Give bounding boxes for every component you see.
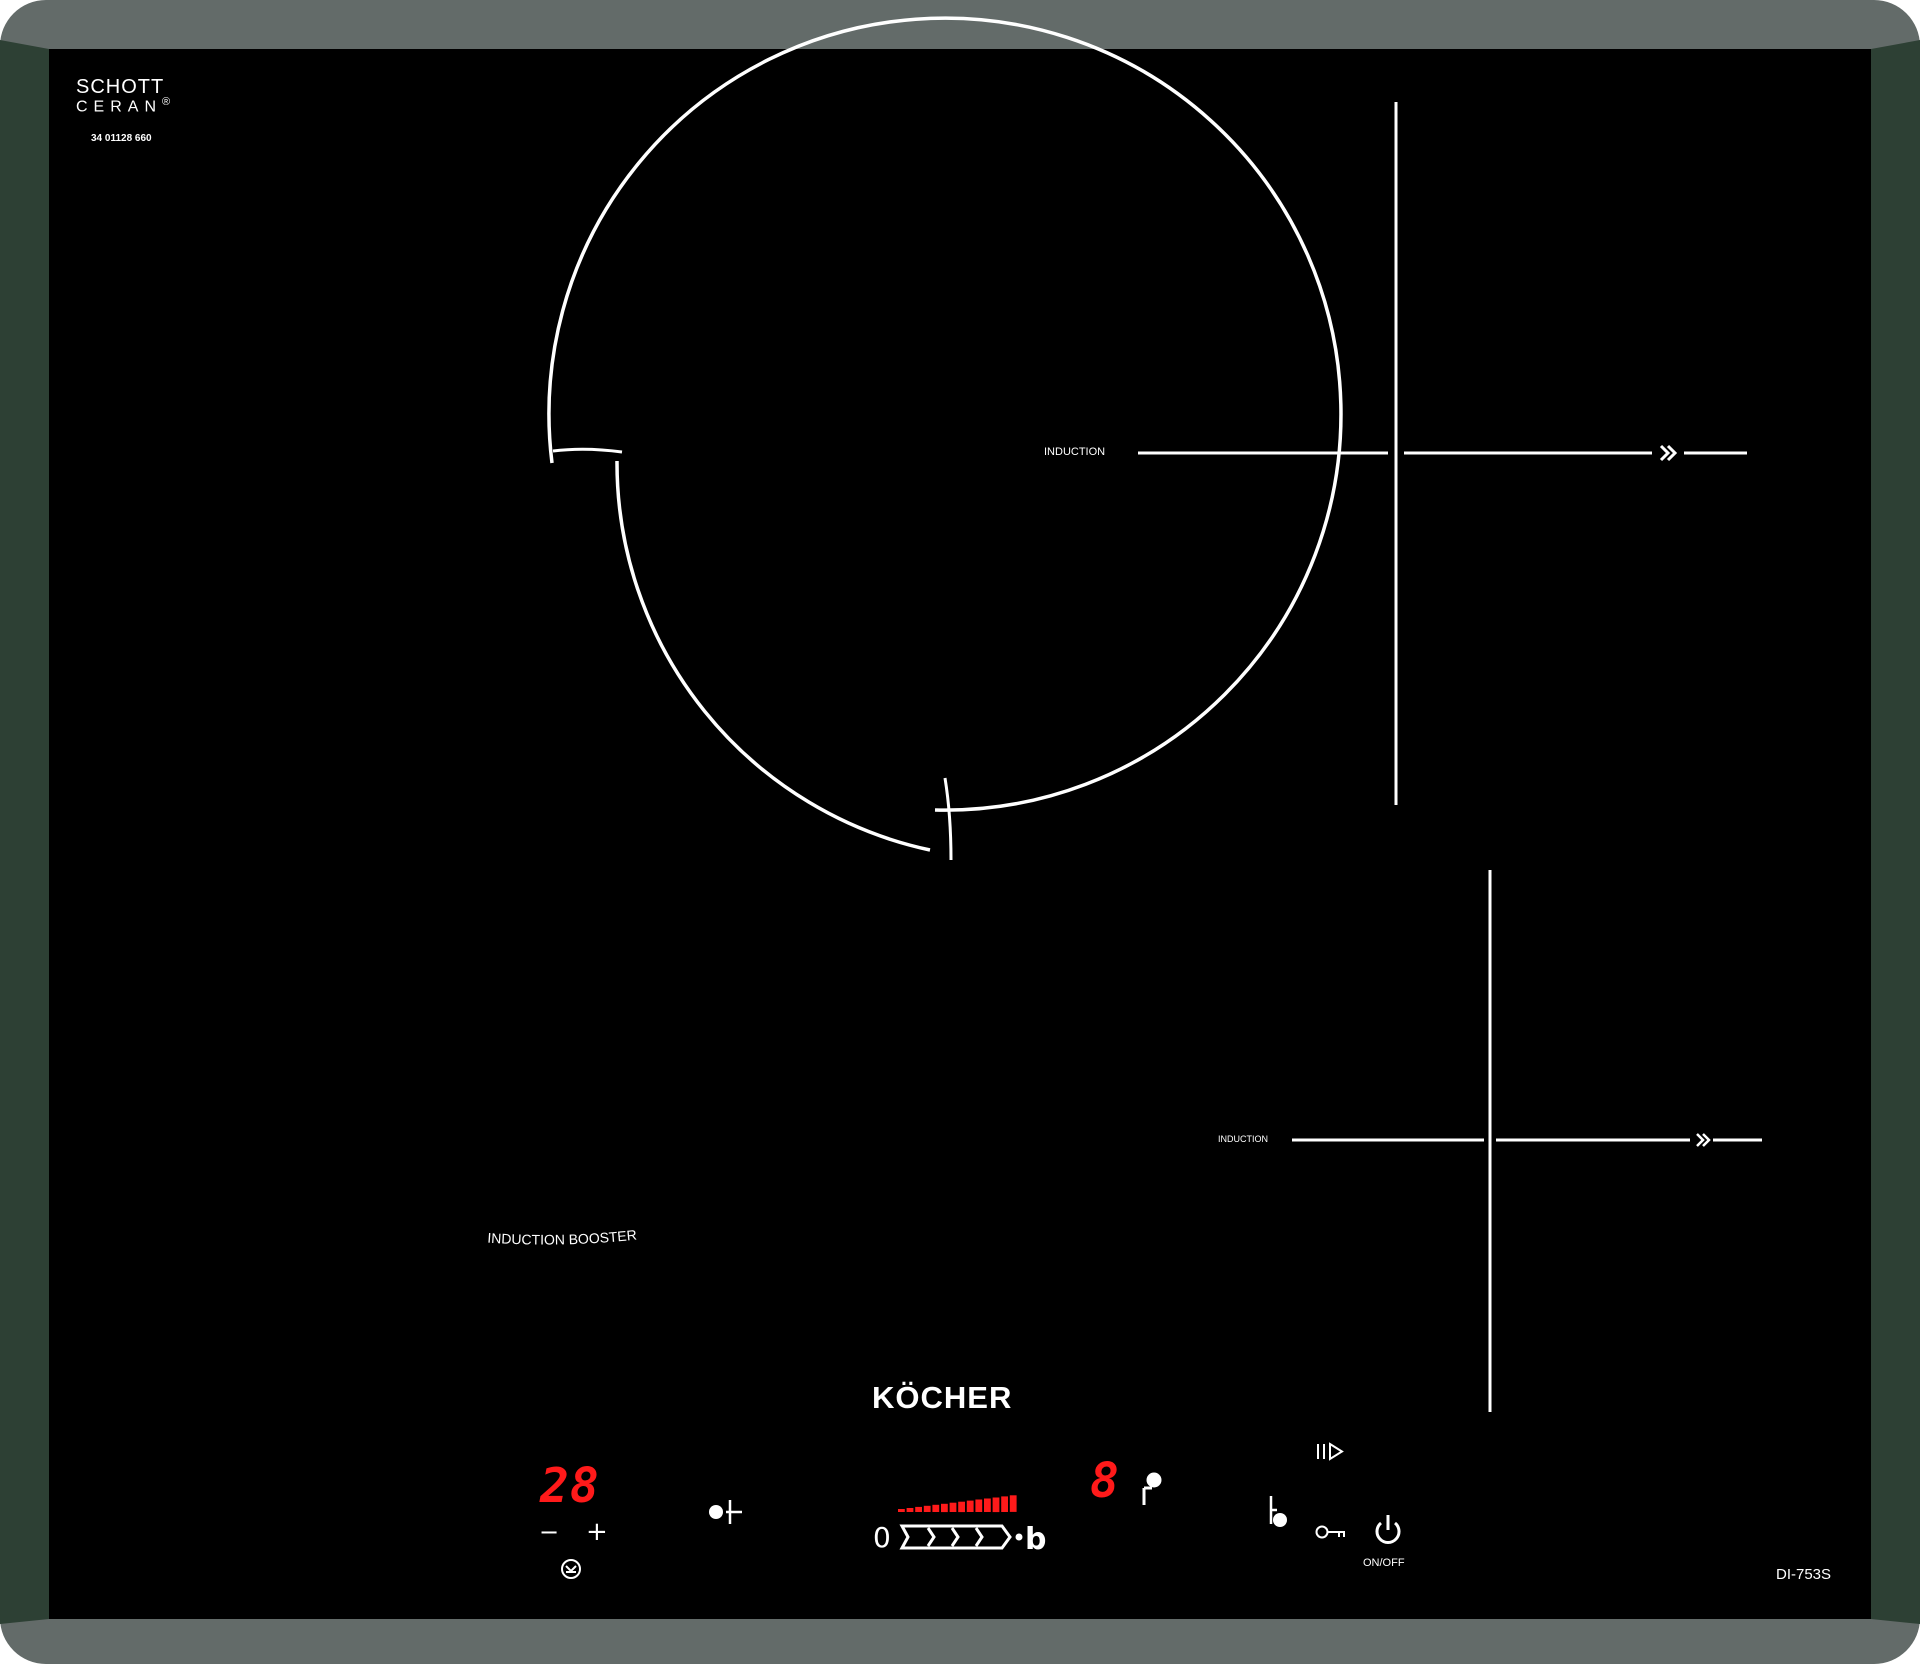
power-level-bar <box>966 1500 974 1512</box>
registered-mark: ® <box>162 96 171 108</box>
power-level-bar <box>975 1499 983 1512</box>
power-level-bar <box>898 1509 905 1512</box>
on-off-label: ON/OFF <box>1363 1557 1405 1569</box>
power-level-bar <box>915 1506 922 1512</box>
brand-logo: KÖCHER <box>872 1380 1013 1415</box>
power-level-bar <box>1001 1496 1008 1512</box>
right-bevel <box>1871 40 1920 1624</box>
power-level-bar <box>992 1497 1000 1513</box>
ceran-text: CERAN <box>76 98 163 116</box>
slider-max-label: b <box>1025 1522 1046 1557</box>
model-number: DI-753S <box>1776 1566 1832 1583</box>
power-level-bar <box>941 1503 948 1513</box>
zone-label-top-right: INDUCTION <box>1044 446 1106 458</box>
zone-label-bottom-right: INDUCTION <box>1218 1134 1268 1144</box>
slider-dot <box>1015 1533 1023 1541</box>
power-level-display: 8 <box>1090 1453 1119 1509</box>
slider-min-label: 0 <box>873 1521 891 1554</box>
ceran-logo-line2: CERAN® <box>76 96 170 116</box>
serial-number: 34 01128 660 <box>91 133 152 144</box>
power-level-bar <box>932 1504 940 1512</box>
power-level-bar <box>906 1508 914 1512</box>
power-level-bar <box>958 1501 965 1513</box>
power-level-bar <box>923 1505 931 1512</box>
power-level-bar <box>1009 1495 1017 1512</box>
timer-plus-button[interactable]: + <box>586 1519 608 1545</box>
timer-display: 28 <box>540 1458 600 1514</box>
timer-minus-button[interactable]: − <box>539 1520 559 1544</box>
left-bevel <box>0 40 49 1624</box>
power-level-bar <box>984 1498 991 1512</box>
power-level-bar <box>949 1502 957 1512</box>
